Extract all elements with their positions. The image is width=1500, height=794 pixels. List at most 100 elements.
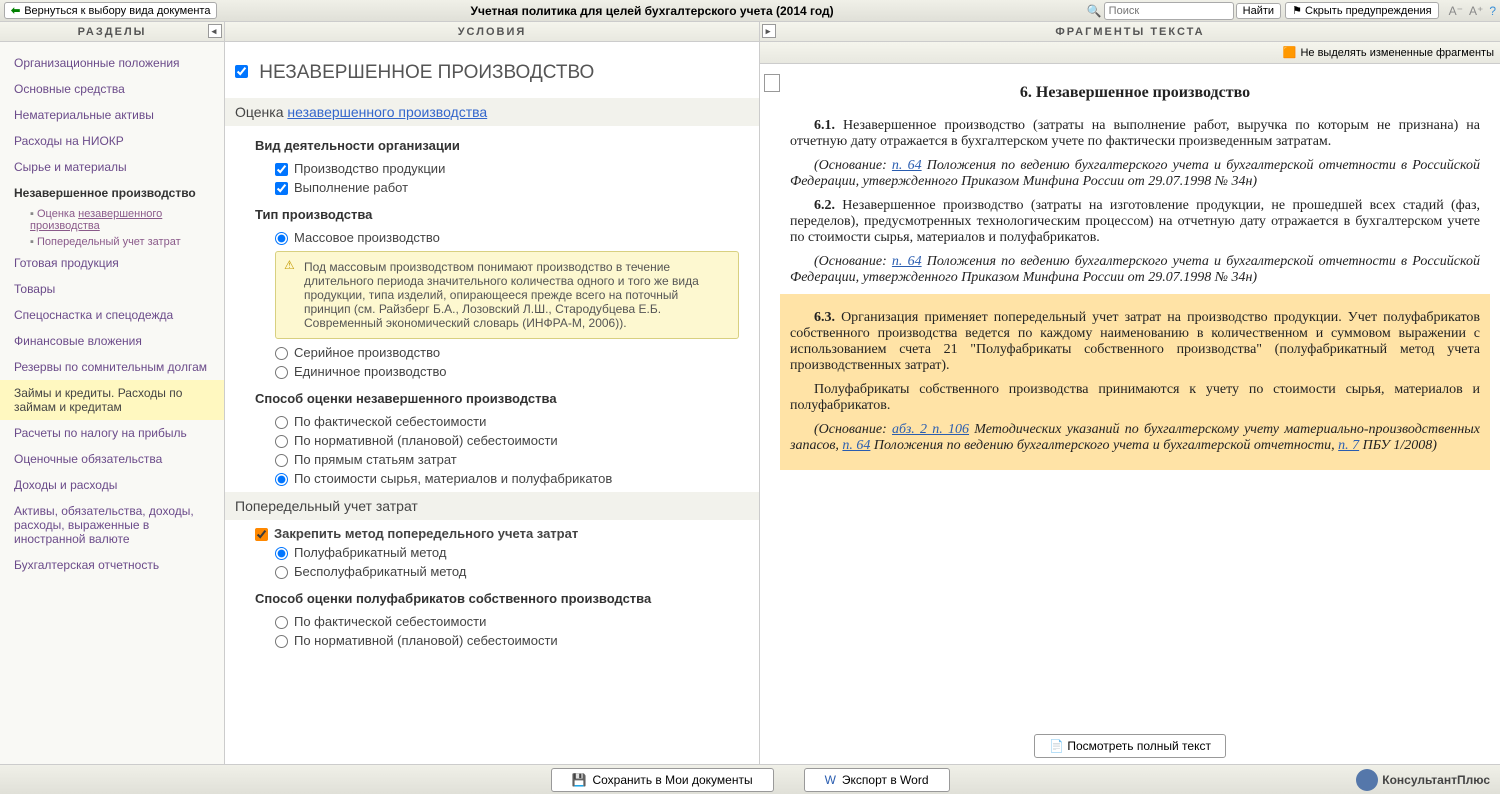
- law-link[interactable]: п. 7: [1338, 438, 1359, 453]
- sidebar-item[interactable]: Расходы на НИОКР: [0, 128, 224, 154]
- fragment-p61: 6.1. Незавершенное производство (затраты…: [790, 118, 1480, 150]
- brand: КонсультантПлюс: [1356, 769, 1490, 791]
- brand-icon: [1356, 769, 1378, 791]
- sidebar-item[interactable]: Организационные положения: [0, 50, 224, 76]
- law-link[interactable]: п. 64: [892, 254, 922, 269]
- topbar: ⬅ Вернуться к выбору вида документа Учет…: [0, 0, 1500, 22]
- full-text-row: 📄 Посмотреть полный текст: [760, 728, 1500, 764]
- sidebar-item[interactable]: Доходы и расходы: [0, 472, 224, 498]
- brand-label: КонсультантПлюс: [1382, 773, 1490, 787]
- bottombar: 💾Сохранить в Мои документы WЭкспорт в Wo…: [0, 764, 1500, 794]
- font-smaller-icon[interactable]: A⁻: [1449, 4, 1463, 18]
- sidebar-item[interactable]: Спецоснастка и спецодежда: [0, 302, 224, 328]
- sidebar-item-active[interactable]: Незавершенное производство: [0, 180, 224, 206]
- highlight-toggle-icon[interactable]: 🟧: [1283, 46, 1297, 59]
- document-title: Учетная политика для целей бухгалтерског…: [221, 4, 1082, 18]
- sidebar: Организационные положения Основные средс…: [0, 42, 225, 764]
- fragment-p63: 6.3. Организация применяет попередельный…: [790, 310, 1480, 374]
- opt-fix-method[interactable]: Закрепить метод попередельного учета зат…: [255, 526, 749, 541]
- find-button[interactable]: Найти: [1236, 3, 1281, 19]
- sidebar-item[interactable]: Расчеты по налогу на прибыль: [0, 420, 224, 446]
- sidebar-item-highlighted[interactable]: Займы и кредиты. Расходы по займам и кре…: [0, 380, 224, 420]
- law-link[interactable]: п. 64: [892, 158, 922, 173]
- section-header: Оценка незавершенного производства: [225, 98, 759, 126]
- sidebar-item[interactable]: Бухгалтерская отчетность: [0, 552, 224, 578]
- document-icon: 📄: [1049, 739, 1064, 753]
- word-icon: W: [825, 773, 836, 787]
- fragment-p62: 6.2. Незавершенное производство (затраты…: [790, 198, 1480, 246]
- font-larger-icon[interactable]: A⁺: [1469, 4, 1483, 18]
- sidebar-subitems: Оценка незавершенного производства Попер…: [0, 206, 224, 250]
- header-fragments: ▸ ФРАГМЕНТЫ ТЕКСТА: [760, 22, 1500, 41]
- conditions-title: НЕЗАВЕРШЕННОЕ ПРОИЗВОДСТВО: [235, 62, 749, 84]
- back-label: Вернуться к выбору вида документа: [24, 5, 210, 17]
- subheader-eval2: Способ оценки полуфабрикатов собственног…: [255, 591, 749, 606]
- fragments-toolbar: 🟧 Не выделять измененные фрагменты: [760, 42, 1500, 64]
- sidebar-item[interactable]: Резервы по сомнительным долгам: [0, 354, 224, 380]
- opt-production[interactable]: Производство продукции: [275, 161, 749, 176]
- opt-fact2[interactable]: По фактической себестоимости: [275, 614, 749, 629]
- column-headers: РАЗДЕЛЫ ◂ УСЛОВИЯ ▸ ФРАГМЕНТЫ ТЕКСТА: [0, 22, 1500, 42]
- opt-semi[interactable]: Полуфабрикатный метод: [275, 545, 749, 560]
- document-icon[interactable]: [764, 74, 780, 92]
- back-button[interactable]: ⬅ Вернуться к выбору вида документа: [4, 2, 217, 19]
- law-link[interactable]: п. 64: [842, 438, 870, 453]
- sidebar-item[interactable]: Товары: [0, 276, 224, 302]
- sidebar-item[interactable]: Оценочные обязательства: [0, 446, 224, 472]
- sidebar-item[interactable]: Финансовые вложения: [0, 328, 224, 354]
- sidebar-item[interactable]: Основные средства: [0, 76, 224, 102]
- fragment-p63b: Полуфабрикаты собственного производства …: [790, 382, 1480, 414]
- collapse-fragments-button[interactable]: ▸: [762, 24, 776, 38]
- hide-warn-label: Скрыть предупреждения: [1305, 5, 1432, 17]
- subheader-type: Тип производства: [255, 207, 749, 222]
- sidebar-subitem[interactable]: Оценка незавершенного производства: [20, 206, 224, 234]
- export-word-button[interactable]: WЭкспорт в Word: [804, 768, 950, 792]
- main-area: Организационные положения Основные средс…: [0, 42, 1500, 764]
- opt-serial[interactable]: Серийное производство: [275, 345, 749, 360]
- full-text-button[interactable]: 📄 Посмотреть полный текст: [1034, 734, 1226, 758]
- back-arrow-icon: ⬅: [11, 4, 20, 17]
- fragment-base3: (Основание: абз. 2 п. 106 Методических у…: [790, 422, 1480, 454]
- fragment-base1: (Основание: п. 64 Положения по ведению б…: [790, 158, 1480, 190]
- sidebar-item[interactable]: Готовая продукция: [0, 250, 224, 276]
- save-icon: 💾: [572, 773, 587, 787]
- search-icon: 🔍: [1087, 4, 1102, 18]
- opt-mass[interactable]: Массовое производство: [275, 230, 749, 245]
- opt-fact[interactable]: По фактической себестоимости: [275, 414, 749, 429]
- search-input[interactable]: [1104, 2, 1234, 20]
- warning-icon: ⚑: [1292, 5, 1302, 17]
- opt-norm2[interactable]: По нормативной (плановой) себестоимости: [275, 633, 749, 648]
- opt-single[interactable]: Единичное производство: [275, 364, 749, 379]
- fragment-base2: (Основание: п. 64 Положения по ведению б…: [790, 254, 1480, 286]
- highlight-toggle-label[interactable]: Не выделять измененные фрагменты: [1300, 47, 1494, 59]
- fragments-panel: 🟧 Не выделять измененные фрагменты 6. Не…: [760, 42, 1500, 764]
- opt-direct[interactable]: По прямым статьям затрат: [275, 452, 749, 467]
- help-icon[interactable]: ?: [1489, 4, 1496, 18]
- sidebar-subitem[interactable]: Попередельный учет затрат: [20, 234, 224, 250]
- opt-works[interactable]: Выполнение работ: [275, 180, 749, 195]
- sidebar-item[interactable]: Активы, обязательства, доходы, расходы, …: [0, 498, 224, 552]
- fragment-heading: 6. Незавершенное производство: [790, 84, 1480, 102]
- law-link[interactable]: абз. 2 п. 106: [892, 422, 969, 437]
- opt-norm[interactable]: По нормативной (плановой) себестоимости: [275, 433, 749, 448]
- conditions-title-text: НЕЗАВЕРШЕННОЕ ПРОИЗВОДСТВО: [259, 62, 594, 83]
- subheader-eval: Способ оценки незавершенного производств…: [255, 391, 749, 406]
- main-checkbox[interactable]: [235, 65, 248, 78]
- opt-cost[interactable]: По стоимости сырья, материалов и полуфаб…: [275, 471, 749, 486]
- search-box: 🔍 Найти: [1087, 2, 1281, 20]
- section-link[interactable]: незавершенного производства: [287, 104, 487, 120]
- hide-warnings-button[interactable]: ⚑ Скрыть предупреждения: [1285, 2, 1439, 19]
- header-sections-label: РАЗДЕЛЫ: [78, 26, 147, 38]
- opt-nonsemi[interactable]: Бесполуфабрикатный метод: [275, 564, 749, 579]
- collapse-sidebar-button[interactable]: ◂: [208, 24, 222, 38]
- section-header-2: Попередельный учет затрат: [225, 492, 759, 520]
- save-button[interactable]: 💾Сохранить в Мои документы: [551, 768, 774, 792]
- info-box: Под массовым производством понимают прои…: [275, 251, 739, 339]
- subheader-activity: Вид деятельности организации: [255, 138, 749, 153]
- fragment-highlight: 6.3. Организация применяет попередельный…: [780, 294, 1490, 470]
- sidebar-item[interactable]: Нематериальные активы: [0, 102, 224, 128]
- sidebar-item[interactable]: Сырье и материалы: [0, 154, 224, 180]
- header-fragments-label: ФРАГМЕНТЫ ТЕКСТА: [1055, 26, 1204, 38]
- fragments-body[interactable]: 6. Незавершенное производство 6.1. Незав…: [760, 64, 1500, 728]
- conditions-panel: НЕЗАВЕРШЕННОЕ ПРОИЗВОДСТВО Оценка незаве…: [225, 42, 760, 764]
